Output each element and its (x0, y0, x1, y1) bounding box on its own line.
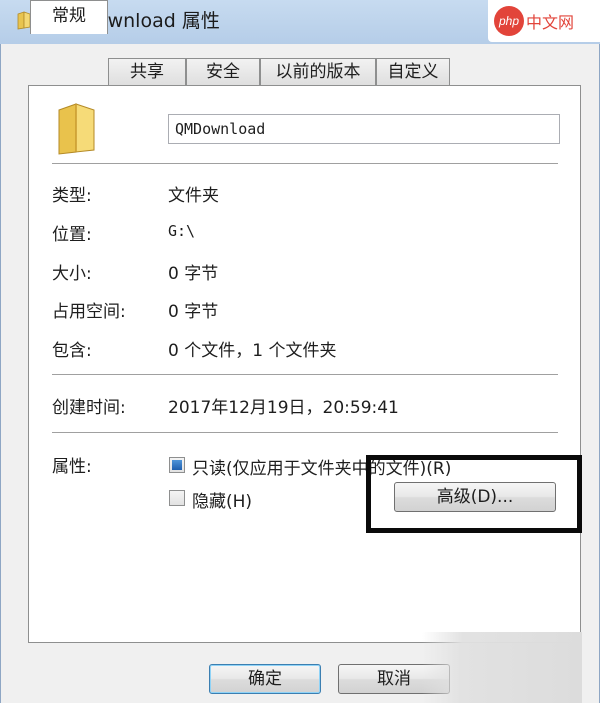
tab-general[interactable]: 常规 (30, 0, 108, 34)
tab-previous-versions[interactable]: 以前的版本 (260, 58, 376, 86)
hidden-label: 隐藏(H) (192, 492, 253, 512)
type-value: 文件夹 (168, 186, 219, 206)
type-label: 类型: (52, 186, 92, 206)
blurred-area (422, 632, 582, 703)
created-label: 创建时间: (52, 398, 126, 418)
tab-security[interactable]: 安全 (186, 58, 260, 86)
divider (52, 374, 558, 375)
divider (52, 163, 558, 164)
watermark: php 中文网 (488, 0, 600, 42)
size-on-disk-label: 占用空间: (52, 302, 126, 322)
size-on-disk-value: 0 字节 (168, 302, 219, 322)
contains-value: 0 个文件，1 个文件夹 (168, 341, 337, 361)
watermark-logo: php (494, 6, 524, 36)
ok-button[interactable]: 确定 (209, 664, 321, 694)
hidden-checkbox[interactable] (169, 490, 185, 506)
highlight-annotation (366, 455, 582, 533)
divider (52, 432, 558, 433)
created-value: 2017年12月19日，20:59:41 (168, 398, 399, 418)
tab-sharing[interactable]: 共享 (108, 58, 186, 86)
location-value: G:\ (168, 222, 196, 240)
location-label: 位置: (52, 225, 92, 245)
attributes-label: 属性: (52, 457, 92, 477)
size-value: 0 字节 (168, 264, 219, 284)
contains-label: 包含: (52, 341, 92, 361)
watermark-text: 中文网 (526, 15, 575, 32)
readonly-checkbox[interactable] (169, 457, 185, 473)
size-label: 大小: (52, 264, 92, 284)
general-tab-page (28, 85, 581, 643)
folder-large-icon (58, 103, 95, 155)
tab-customize[interactable]: 自定义 (376, 58, 450, 86)
folder-name-input[interactable]: QMDownload (168, 114, 560, 144)
